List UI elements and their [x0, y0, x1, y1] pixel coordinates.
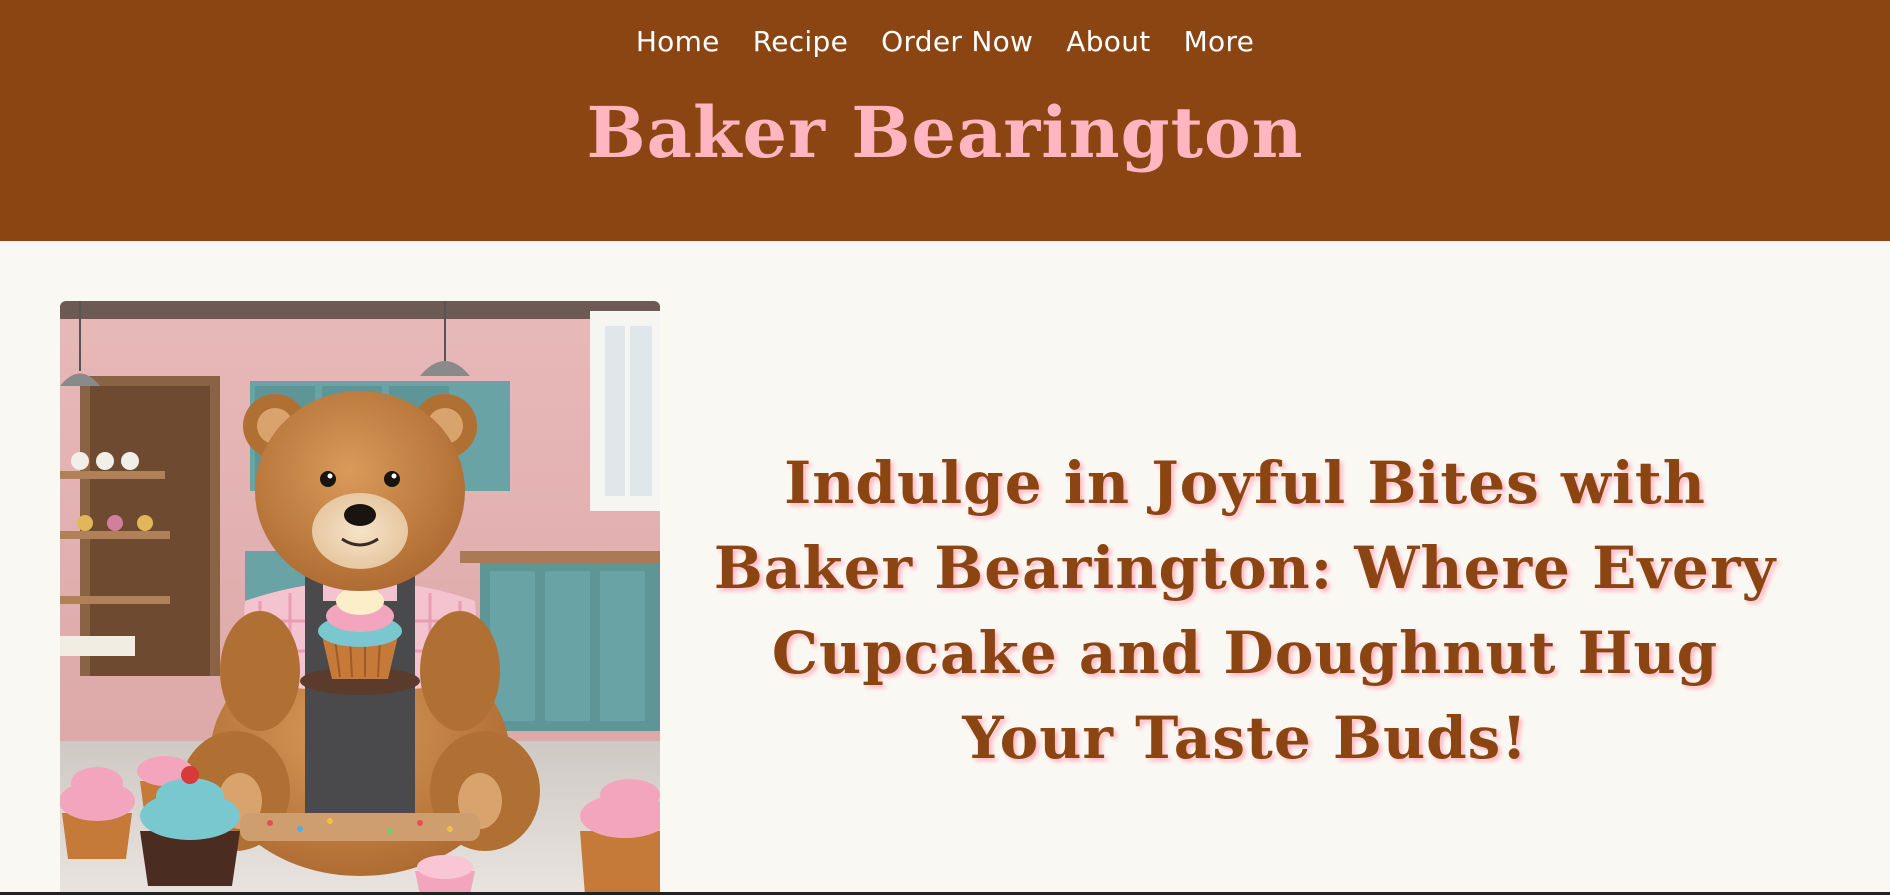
site-header: Home Recipe Order Now About More Baker B…: [0, 0, 1890, 241]
nav-home-link[interactable]: Home: [636, 18, 720, 66]
nav-about-link[interactable]: About: [1066, 18, 1150, 66]
hero-section: Indulge in Joyful Bites with Baker Beari…: [0, 241, 1890, 895]
site-title: Baker Bearington: [586, 91, 1304, 174]
teddy-bear-baker-image: [60, 301, 660, 895]
nav-recipe-link[interactable]: Recipe: [753, 18, 848, 66]
main-nav: Home Recipe Order Now About More: [0, 18, 1890, 66]
hero-headline: Indulge in Joyful Bites with Baker Beari…: [713, 449, 1777, 772]
nav-more-link[interactable]: More: [1184, 18, 1255, 66]
nav-order-now-link[interactable]: Order Now: [881, 18, 1033, 66]
